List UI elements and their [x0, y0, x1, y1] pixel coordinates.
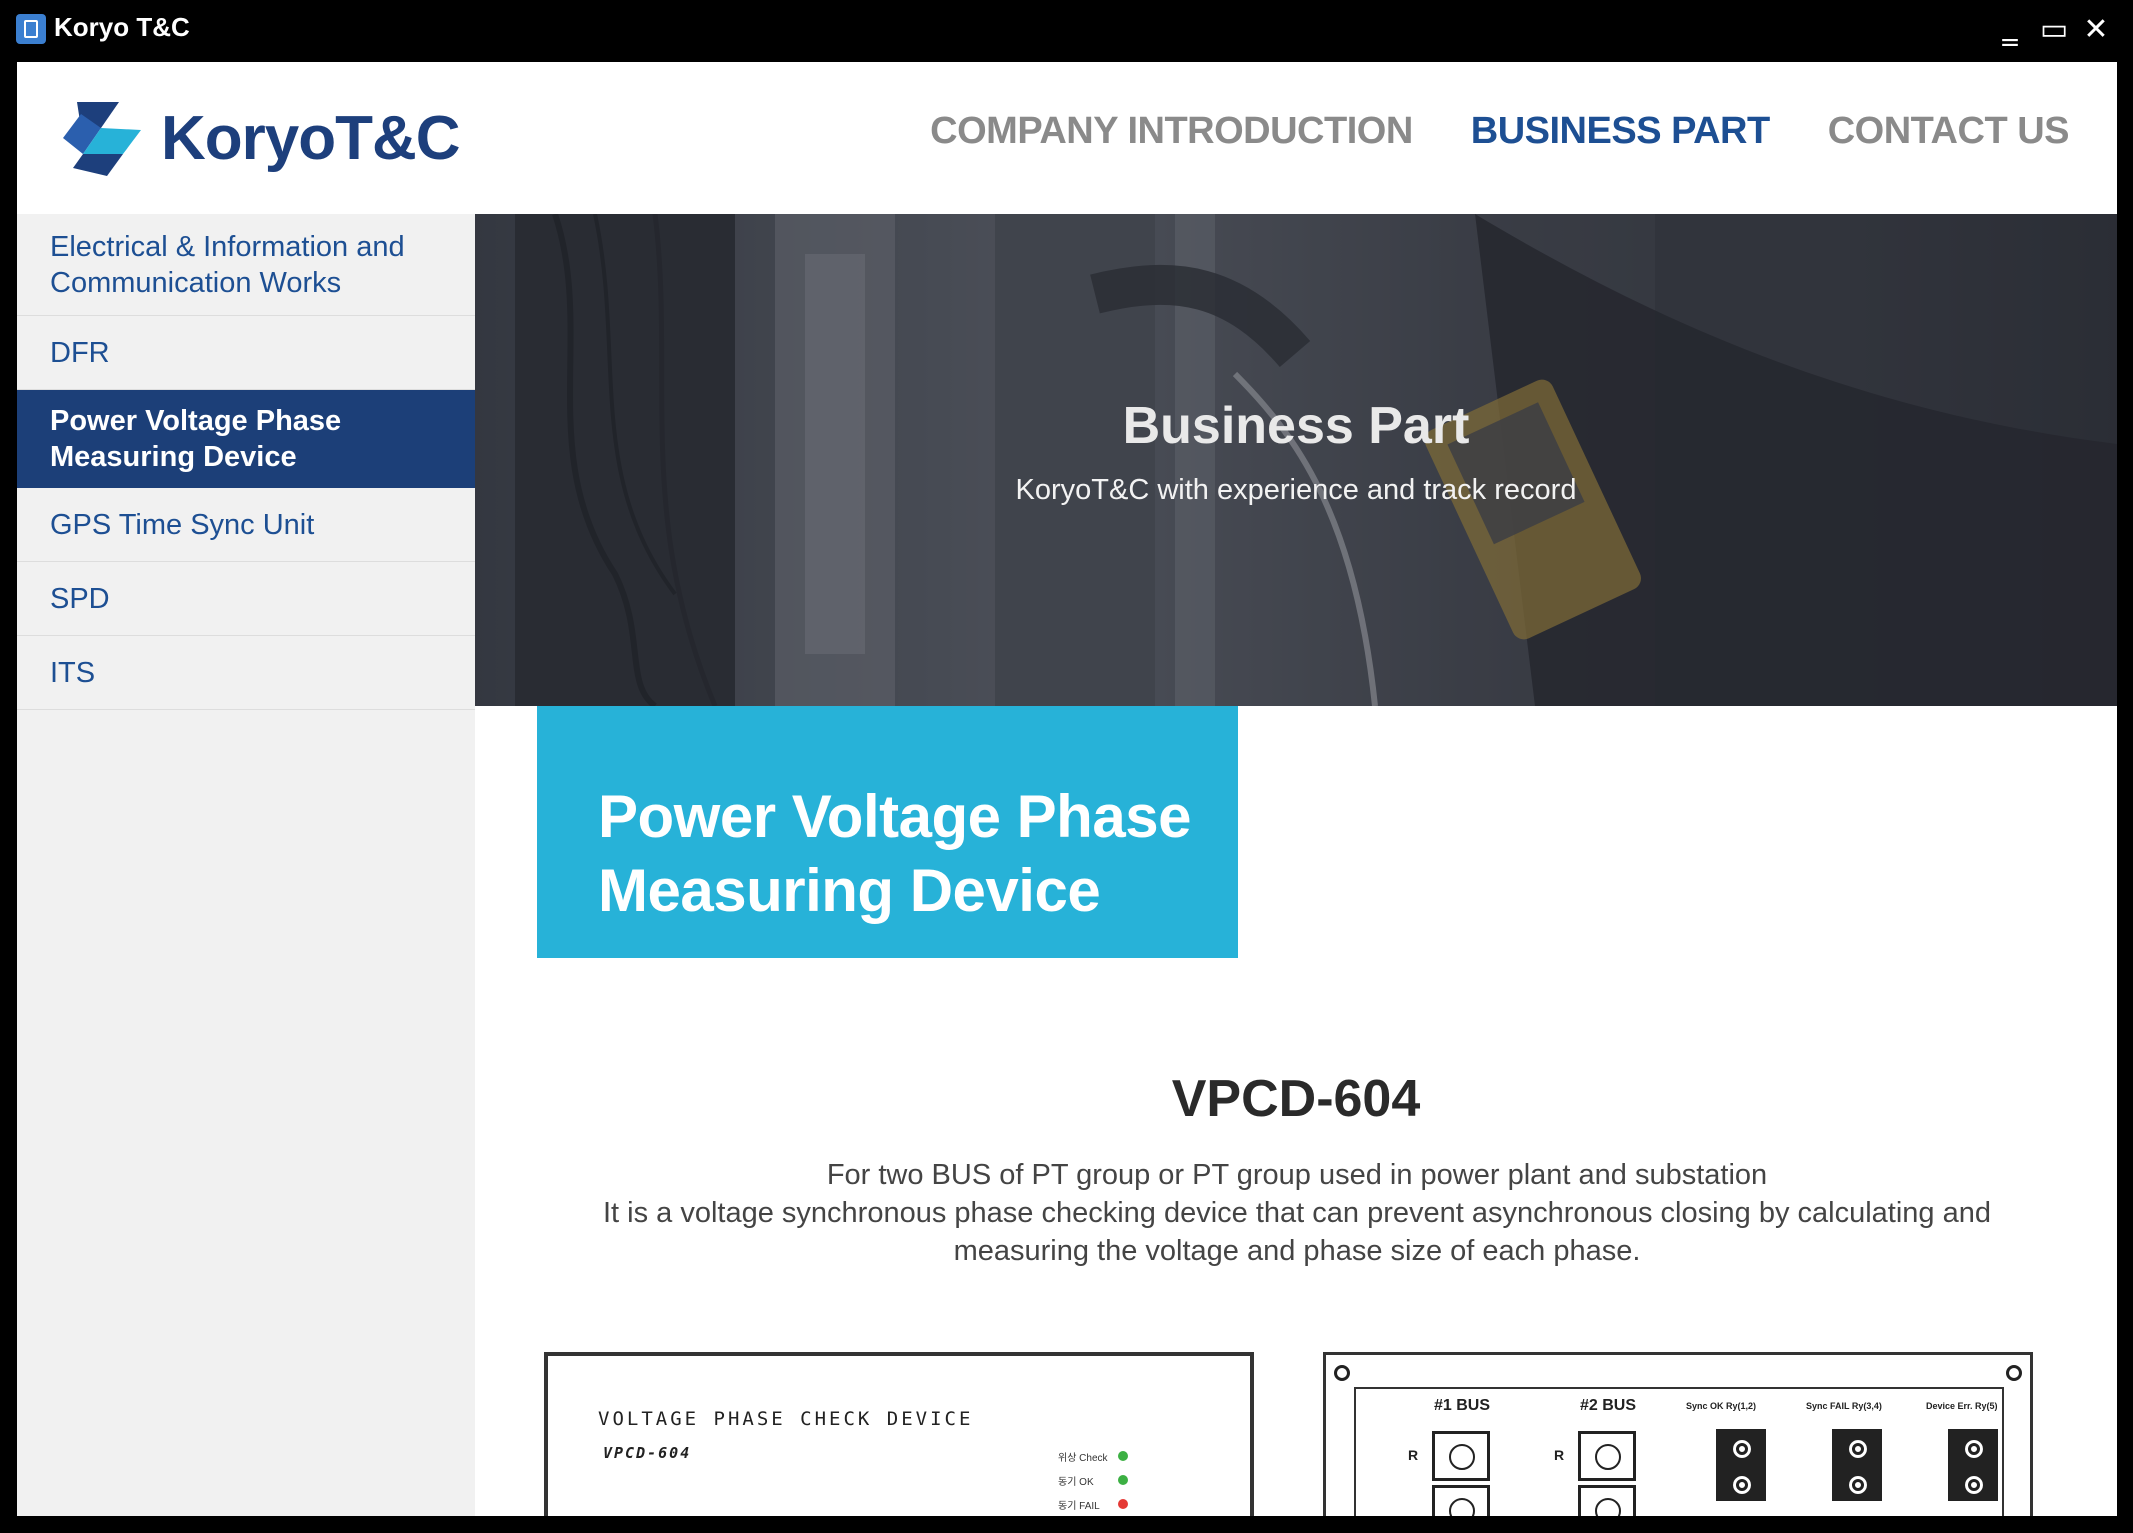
product-name: VPCD-604 — [1171, 1070, 1421, 1128]
sidebar-item-dfr[interactable]: DFR — [17, 316, 475, 390]
sidebar-item-electrical-works[interactable]: Electrical & Information and Communicati… — [17, 214, 475, 316]
device-title: VOLTAGE PHASE CHECK DEVICE — [598, 1408, 974, 1430]
led-indicators: 위상 Check 동기 OK 동기 FAIL — [1058, 1444, 1128, 1516]
relay-terminal — [1948, 1429, 1998, 1465]
rear-panel-diagram: #1 BUS #2 BUS Sync OK Ry(1,2) Sync FAIL … — [1323, 1352, 2033, 1516]
logo-mark-icon — [63, 102, 141, 176]
sidebar-item-spd[interactable]: SPD — [17, 562, 475, 636]
bus2-terminal — [1578, 1431, 1636, 1481]
led-green-icon — [1118, 1451, 1128, 1461]
hero-subtitle: KoryoT&C with experience and track recor… — [1015, 474, 1577, 506]
bus2-terminal — [1578, 1485, 1636, 1516]
window-title: Koryo T&C — [54, 12, 190, 42]
led-row-phase-check: 위상 Check — [1058, 1444, 1128, 1468]
phase-r-label: R — [1408, 1447, 1419, 1463]
device-model: VPCD-604 — [603, 1444, 692, 1462]
section-title-line1: Power Voltage Phase — [598, 783, 1191, 850]
front-panel-diagram: VOLTAGE PHASE CHECK DEVICE VPCD-604 위상 C… — [544, 1352, 1254, 1516]
led-label: 위상 Check — [1058, 1452, 1108, 1464]
product-desc-line2: It is a voltage synchronous phase checki… — [602, 1197, 1991, 1229]
main-nav: COMPANY INTRODUCTION BUSINESS PART CONTA… — [930, 110, 2069, 153]
close-icon[interactable]: ✕ — [2076, 10, 2116, 50]
phase-r-label: R — [1554, 1447, 1565, 1463]
sidebar-item-gps-time-sync[interactable]: GPS Time Sync Unit — [17, 488, 475, 562]
nav-business-part[interactable]: BUSINESS PART — [1471, 110, 1770, 153]
nav-company-introduction[interactable]: COMPANY INTRODUCTION — [930, 110, 1413, 153]
led-row-sync-fail: 동기 FAIL — [1058, 1492, 1128, 1516]
led-label: 동기 FAIL — [1058, 1500, 1100, 1512]
led-label: 동기 OK — [1058, 1476, 1094, 1488]
product-desc-line1: For two BUS of PT group or PT group used… — [826, 1159, 1768, 1191]
led-green-icon — [1118, 1475, 1128, 1485]
bus2-label: #2 BUS — [1580, 1397, 1637, 1414]
logo[interactable]: KoryoT&C — [57, 98, 461, 178]
led-row-sync-ok: 동기 OK — [1058, 1468, 1128, 1492]
bus1-terminal — [1432, 1431, 1490, 1481]
terminal-block: #1 BUS #2 BUS Sync OK Ry(1,2) Sync FAIL … — [1354, 1387, 2004, 1516]
section-title-box: Power Voltage Phase Measuring Device — [537, 706, 1238, 958]
bus1-label: #1 BUS — [1434, 1397, 1491, 1414]
relay-terminal — [1832, 1465, 1882, 1501]
relay-terminal — [1716, 1465, 1766, 1501]
hero-title: Business Part — [1122, 397, 1470, 455]
product-desc-line3: measuring the voltage and phase size of … — [953, 1235, 1641, 1267]
hero-banner: Business Part KoryoT&C with experience a… — [475, 214, 2117, 706]
sidebar: Electrical & Information and Communicati… — [17, 214, 475, 1516]
bus1-terminal — [1432, 1485, 1490, 1516]
hero-overlay — [475, 214, 2117, 706]
nav-contact-us[interactable]: CONTACT US — [1828, 110, 2070, 153]
maximize-icon[interactable]: ▭ — [2034, 10, 2074, 50]
relay3-label: Device Err. Ry(5) — [1926, 1401, 1998, 1411]
sidebar-item-power-voltage-phase[interactable]: Power Voltage Phase Measuring Device — [17, 390, 475, 488]
led-red-icon — [1118, 1499, 1128, 1509]
relay1-label: Sync OK Ry(1,2) — [1686, 1401, 1757, 1411]
web-viewport: KoryoT&C COMPANY INTRODUCTION BUSINESS P… — [17, 62, 2117, 1516]
window-titlebar: Koryo T&C ‗ ▭ ✕ — [0, 0, 2133, 60]
screw-icon — [1334, 1365, 1350, 1381]
site-header: KoryoT&C COMPANY INTRODUCTION BUSINESS P… — [17, 62, 2117, 214]
relay-terminal — [1832, 1429, 1882, 1465]
app-icon — [16, 14, 46, 44]
sidebar-item-its[interactable]: ITS — [17, 636, 475, 710]
relay-terminal — [1716, 1429, 1766, 1465]
logo-text: KoryoT&C — [161, 103, 461, 173]
minimize-icon[interactable]: ‗ — [1990, 10, 2030, 50]
screw-icon — [2006, 1365, 2022, 1381]
section-title-line2: Measuring Device — [598, 857, 1101, 924]
product-description: For two BUS of PT group or PT group used… — [577, 1156, 2017, 1270]
relay-terminal — [1948, 1465, 1998, 1501]
relay2-label: Sync FAIL Ry(3,4) — [1806, 1401, 1882, 1411]
